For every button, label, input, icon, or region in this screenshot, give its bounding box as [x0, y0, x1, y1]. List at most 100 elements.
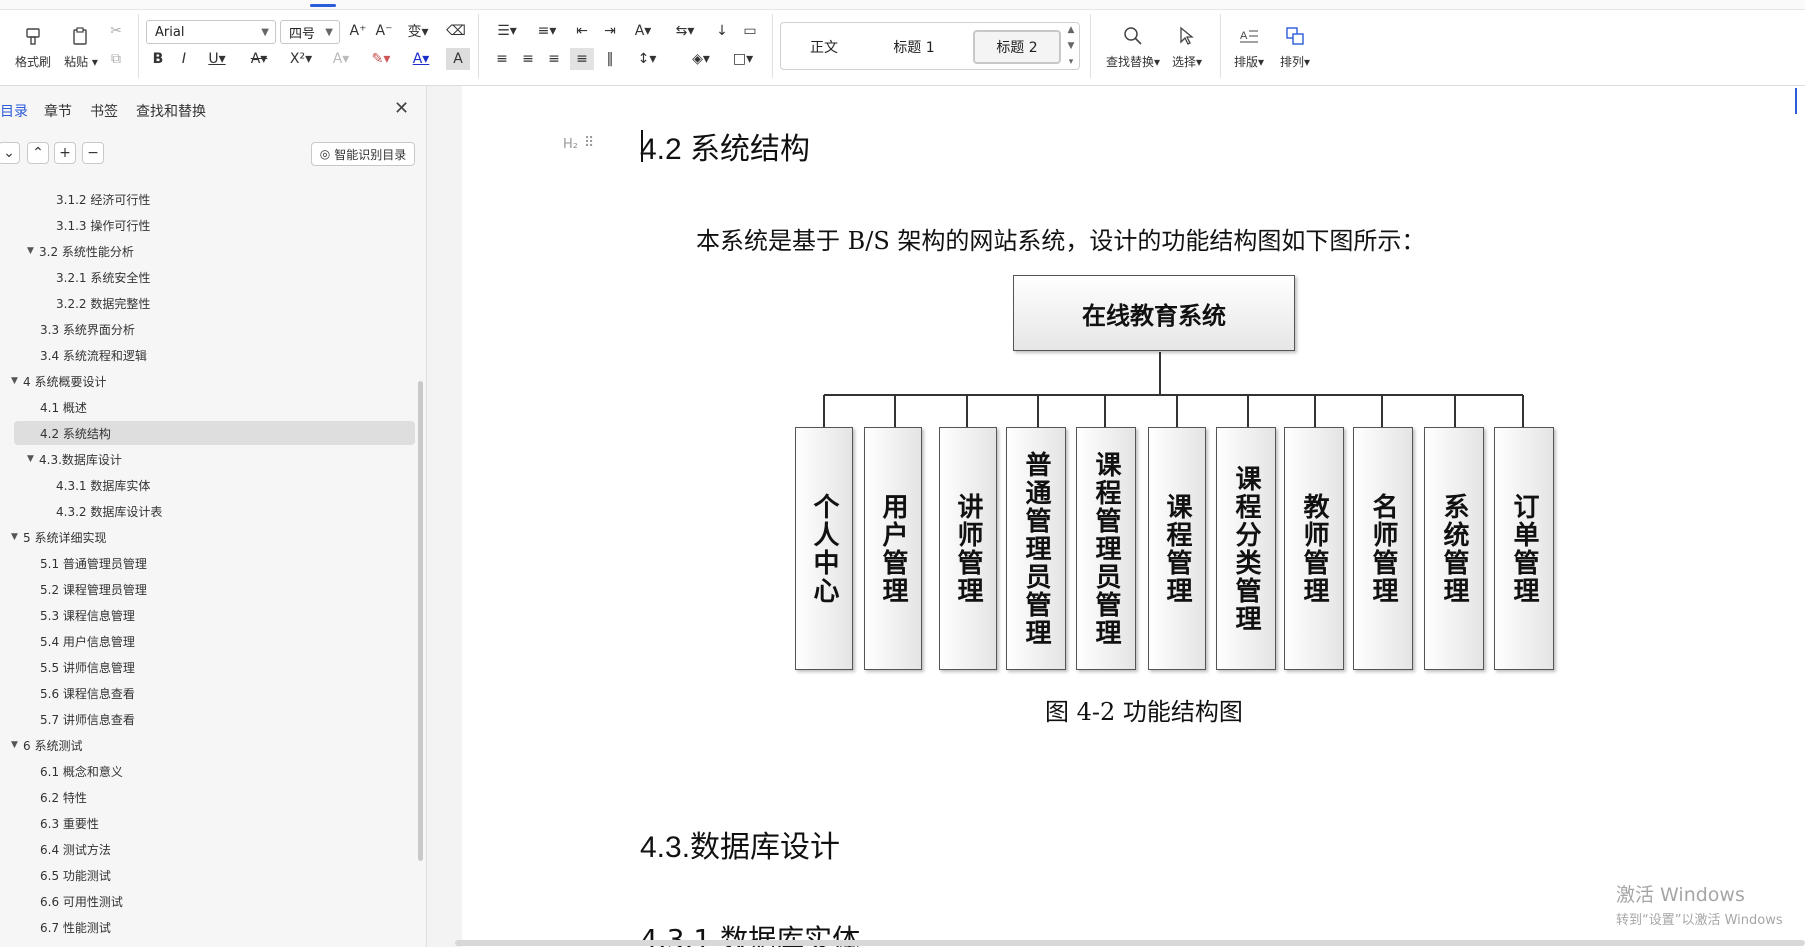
- toc-item[interactable]: 5.5 讲师信息管理: [40, 655, 135, 679]
- toc-item-label: 4.3.1 数据库实体: [56, 478, 151, 493]
- toc-item[interactable]: ▼ 6 系统测试: [11, 733, 82, 757]
- toc-item[interactable]: 4.3.1 数据库实体: [56, 473, 150, 497]
- collapse-all-button[interactable]: ⌄: [0, 142, 20, 164]
- horizontal-scrollbar[interactable]: [455, 940, 1805, 946]
- table-borders-icon[interactable]: ▭: [738, 20, 762, 42]
- align-left-icon[interactable]: ≡: [490, 48, 514, 70]
- toc-item[interactable]: 6.7 性能测试: [40, 915, 111, 939]
- superscript-icon[interactable]: X²▾: [284, 48, 318, 70]
- cut-icon[interactable]: ✂: [104, 20, 128, 42]
- expand-triangle-icon[interactable]: ▼: [27, 454, 39, 464]
- toc-item[interactable]: 3.2.2 数据完整性: [56, 291, 150, 315]
- distributed-icon[interactable]: ‖: [598, 48, 622, 70]
- move-up-button[interactable]: ⌃: [27, 142, 49, 164]
- toc-item[interactable]: 5.3 课程信息管理: [40, 603, 135, 627]
- toc-item[interactable]: 6.1 概念和意义: [40, 759, 123, 783]
- nav-scrollbar[interactable]: [418, 381, 423, 861]
- toc-item[interactable]: 5.4 用户信息管理: [40, 629, 135, 653]
- tab-find-replace[interactable]: 查找和替换: [136, 101, 206, 121]
- shrink-font-icon[interactable]: A⁻: [372, 20, 396, 42]
- increase-indent-icon[interactable]: ⇥: [598, 20, 622, 42]
- toc-item[interactable]: 3.1.2 经济可行性: [56, 187, 150, 211]
- toc-item[interactable]: ▼ 4.3.数据库设计: [27, 447, 122, 471]
- align-right-icon[interactable]: ≡: [542, 48, 566, 70]
- numbered-list-icon[interactable]: ≡▾: [530, 20, 564, 42]
- select-button[interactable]: 选择▾: [1164, 16, 1210, 78]
- sort-direction-icon[interactable]: ⇆▾: [668, 20, 702, 42]
- style-heading-2[interactable]: 标题 2: [973, 30, 1061, 64]
- expand-triangle-icon[interactable]: ▼: [11, 740, 23, 750]
- grow-font-icon[interactable]: A⁺: [346, 20, 370, 42]
- font-color-icon[interactable]: A▾: [404, 48, 438, 70]
- style-gallery-scroll[interactable]: ▲ ▼ ▾: [1065, 25, 1077, 67]
- toc-item[interactable]: 6.4 测试方法: [40, 837, 111, 861]
- toc-item[interactable]: 5.7 讲师信息查看: [40, 707, 135, 731]
- align-center-icon[interactable]: ≡: [516, 48, 540, 70]
- heading-system-structure[interactable]: 4.2 系统结构: [640, 124, 810, 168]
- toc-item[interactable]: 6.6 可用性测试: [40, 889, 123, 913]
- expand-triangle-icon[interactable]: ▼: [11, 532, 23, 542]
- toc-item[interactable]: 3.3 系统界面分析: [40, 317, 135, 341]
- drag-handle-icon[interactable]: ⠿: [584, 135, 594, 151]
- phonetic-guide-icon[interactable]: 变▾: [400, 20, 436, 42]
- font-family-select[interactable]: Arial ▼: [146, 20, 276, 44]
- text-effect-icon[interactable]: A▾: [324, 48, 358, 70]
- heading-database-design[interactable]: 4.3.数据库设计: [640, 822, 840, 866]
- expand-triangle-icon[interactable]: ▼: [11, 376, 23, 386]
- toc-item[interactable]: 6.5 功能测试: [40, 863, 111, 887]
- strikethrough-icon[interactable]: A▾: [242, 48, 276, 70]
- char-shading-icon[interactable]: A: [446, 48, 470, 70]
- layout-button[interactable]: A 排版▾: [1226, 16, 1272, 78]
- body-paragraph[interactable]: 本系统是基于 B/S 架构的网站系统，设计的功能结构图如下图所示：: [696, 221, 1425, 256]
- figure-caption[interactable]: 图 4-2 功能结构图: [1045, 692, 1243, 727]
- toc-item[interactable]: 5.2 课程管理员管理: [40, 577, 147, 601]
- toc-item[interactable]: 4.1 概述: [40, 395, 87, 419]
- line-spacing-icon[interactable]: ↕▾: [630, 48, 664, 70]
- font-size-select[interactable]: 四号 ▼: [280, 20, 340, 44]
- toc-item[interactable]: 5.6 课程信息查看: [40, 681, 135, 705]
- remove-heading-button[interactable]: −: [82, 142, 104, 164]
- toc-item[interactable]: 3.2.1 系统安全性: [56, 265, 150, 289]
- chevron-up-icon[interactable]: ▲: [1068, 25, 1075, 35]
- tab-bookmarks[interactable]: 书签: [90, 101, 118, 121]
- format-painter-button[interactable]: 格式刷: [8, 16, 58, 78]
- chevron-down-icon[interactable]: ▼: [1068, 41, 1075, 51]
- decrease-indent-icon[interactable]: ⇤: [570, 20, 594, 42]
- italic-icon[interactable]: I: [172, 48, 196, 70]
- justify-icon[interactable]: ≡: [570, 48, 594, 70]
- toc-item[interactable]: ▼ 3.2 系统性能分析: [27, 239, 134, 263]
- toc-item[interactable]: 4.3.2 数据库设计表: [56, 499, 162, 523]
- clear-format-icon[interactable]: ⌫: [444, 20, 468, 42]
- style-normal[interactable]: 正文: [789, 30, 859, 64]
- toc-item[interactable]: 3.4 系统流程和逻辑: [40, 343, 147, 367]
- bold-icon[interactable]: B: [146, 48, 170, 70]
- arrange-button[interactable]: 排列▾: [1272, 16, 1318, 78]
- tab-toc[interactable]: 目录: [0, 101, 28, 121]
- tab-sections[interactable]: 章节: [44, 101, 72, 121]
- expand-triangle-icon[interactable]: ▼: [27, 246, 39, 256]
- format-painter-label: 格式刷: [14, 54, 51, 69]
- style-heading-1[interactable]: 标题 1: [869, 30, 959, 64]
- underline-icon[interactable]: U▾: [200, 48, 234, 70]
- toc-item[interactable]: 6.3 重要性: [40, 811, 99, 835]
- toc-item-selected[interactable]: 4.2 系统结构: [14, 421, 415, 445]
- add-heading-button[interactable]: +: [54, 142, 76, 164]
- text-direction-icon[interactable]: A▾: [626, 20, 660, 42]
- toc-item[interactable]: ▼ 5 系统详细实现: [11, 525, 106, 549]
- toc-item[interactable]: 6.2 特性: [40, 785, 87, 809]
- border-icon[interactable]: □▾: [726, 48, 760, 70]
- toc-item-label: 5.7 讲师信息查看: [40, 712, 135, 727]
- close-icon[interactable]: ✕: [394, 98, 409, 119]
- bullet-list-icon[interactable]: ☰▾: [490, 20, 524, 42]
- expand-icon[interactable]: ▾: [1069, 57, 1074, 67]
- toc-item[interactable]: 3.1.3 操作可行性: [56, 213, 150, 237]
- find-replace-button[interactable]: 查找替换▾: [1100, 16, 1166, 78]
- toc-item[interactable]: ▼ 4 系统概要设计: [11, 369, 106, 393]
- shading-icon[interactable]: ◈▾: [684, 48, 718, 70]
- smart-toc-button[interactable]: ◎ 智能识别目录: [311, 142, 415, 166]
- toc-item[interactable]: 5.1 普通管理员管理: [40, 551, 147, 575]
- sort-icon[interactable]: ↓: [710, 20, 734, 42]
- copy-icon[interactable]: ⧉: [104, 48, 128, 70]
- highlight-icon[interactable]: ✎▾: [364, 48, 398, 70]
- paste-button[interactable]: 粘贴 ▾: [56, 16, 106, 78]
